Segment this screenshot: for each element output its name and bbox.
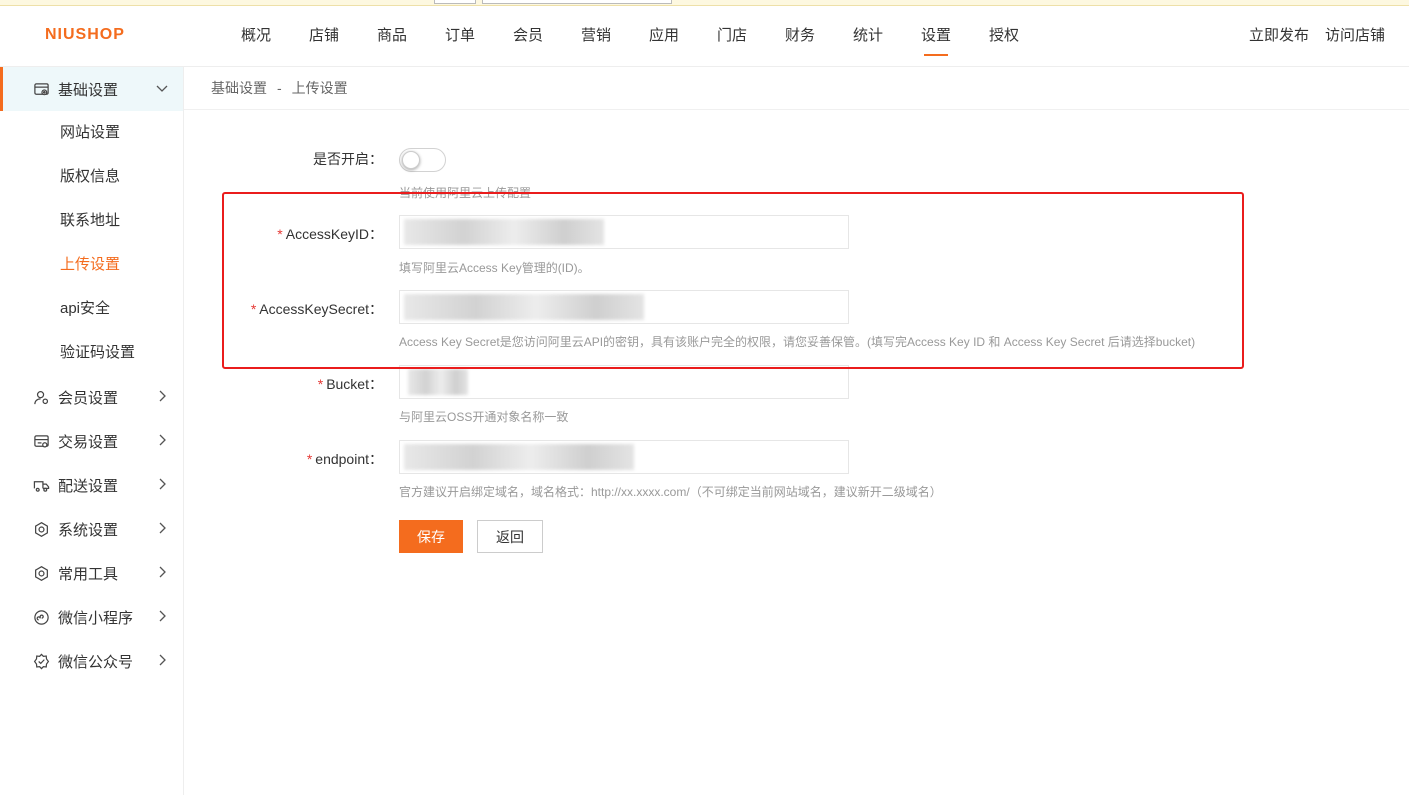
form-row-access-key-secret: * AccessKeySecret： Access Key Secret是您访问阿…	[184, 290, 1409, 350]
sidebar-group-official-account[interactable]: 微信公众号	[0, 639, 183, 683]
access-key-id-label: * AccessKeyID：	[277, 226, 383, 242]
gear-icon	[35, 521, 48, 537]
nav-item[interactable]: 店铺	[290, 6, 358, 66]
user-settings-icon	[34, 390, 49, 404]
verified-badge-icon	[33, 653, 50, 669]
chevron-right-icon	[159, 390, 166, 402]
sidebar-group-tools[interactable]: 常用工具	[0, 551, 183, 595]
breadcrumb: 基础设置 - 上传设置	[184, 67, 1409, 110]
nav-item-settings[interactable]: 设置	[902, 6, 970, 66]
truck-icon	[33, 480, 50, 492]
bucket-hint: 与阿里云OSS开通对象名称一致	[399, 410, 569, 424]
sidebar-item-copyright[interactable]: 版权信息	[0, 155, 183, 199]
endpoint-hint: 官方建议开启绑定域名，域名格式：http://xx.xxxx.com/（不可绑定…	[399, 485, 942, 499]
logo: NIUSHOP	[45, 26, 125, 43]
bucket-label: * Bucket：	[317, 376, 383, 392]
form-row-access-key-id: * AccessKeyID： 填写阿里云Access Key管理的(ID)。	[184, 215, 1409, 275]
sidebar-group-label: 系统设置	[58, 521, 119, 539]
nav-item[interactable]: 营销	[562, 6, 630, 66]
sidebar-group-member[interactable]: 会员设置	[0, 375, 183, 419]
nav-item[interactable]: 门店	[698, 6, 766, 66]
chevron-right-icon	[159, 654, 166, 666]
sidebar-group-miniprogram[interactable]: 微信小程序	[0, 595, 183, 639]
settings-panel-icon	[34, 82, 49, 95]
nav-item[interactable]: 应用	[630, 6, 698, 66]
endpoint-input[interactable]	[399, 440, 849, 474]
form-row-endpoint: * endpoint： 官方建议开启绑定域名，域名格式：http://xx.xxx…	[184, 440, 1409, 500]
chevron-down-icon	[156, 85, 168, 92]
bucket-select[interactable]	[399, 365, 849, 399]
visit-store-link[interactable]: 访问店铺	[1325, 6, 1385, 66]
chevron-right-icon	[159, 478, 166, 490]
save-button[interactable]: 保存	[399, 520, 463, 553]
redacted-value	[404, 294, 644, 320]
sidebar-group-system[interactable]: 系统设置	[0, 507, 183, 551]
sidebar-group-delivery[interactable]: 配送设置	[0, 463, 183, 507]
chevron-right-icon	[159, 610, 166, 622]
form-row-bucket: * Bucket： 与阿里云OSS开通对象名称一致	[184, 365, 1409, 425]
access-key-secret-label: * AccessKeySecret：	[250, 301, 383, 317]
sidebar-group-label: 微信公众号	[58, 653, 134, 671]
sidebar-group-label: 常用工具	[58, 565, 119, 583]
trade-icon	[34, 434, 49, 447]
sidebar-item-website[interactable]: 网站设置	[0, 111, 183, 155]
redacted-value	[404, 219, 604, 245]
sidebar-group-basic[interactable]: 基础设置	[0, 67, 183, 111]
access-key-id-input[interactable]	[399, 215, 849, 249]
breadcrumb-parent[interactable]: 基础设置	[211, 80, 267, 96]
sidebar-group-label: 会员设置	[58, 389, 119, 407]
redacted-value	[404, 444, 634, 470]
strip-fragment	[434, 0, 476, 4]
breadcrumb-current: 上传设置	[291, 80, 348, 96]
switch-knob	[402, 151, 420, 169]
required-mark: *	[277, 226, 283, 242]
required-mark: *	[317, 376, 324, 392]
sidebar-group-label: 基础设置	[58, 81, 119, 99]
sidebar-item-captcha[interactable]: 验证码设置	[0, 331, 183, 375]
nav-item[interactable]: 订单	[426, 6, 494, 66]
sidebar-item-api-security[interactable]: api安全	[0, 287, 183, 331]
access-key-secret-hint: Access Key Secret是您访问阿里云API的密钥，具有该账户完全的权…	[399, 335, 1196, 349]
redacted-value	[408, 369, 468, 395]
sidebar-item-contact[interactable]: 联系地址	[0, 199, 183, 243]
nav-item[interactable]: 授权	[970, 6, 1038, 66]
sidebar-group-label: 配送设置	[58, 477, 119, 495]
strip-fragment	[482, 0, 672, 4]
nav-item[interactable]: 财务	[766, 6, 834, 66]
back-button[interactable]: 返回	[477, 520, 543, 553]
nav-item[interactable]: 商品	[358, 6, 426, 66]
sidebar-group-label: 交易设置	[58, 433, 119, 451]
access-key-id-hint: 填写阿里云Access Key管理的(ID)。	[399, 261, 590, 275]
required-mark: *	[250, 301, 257, 317]
top-nav: 概况 店铺 商品 订单 会员 营销 应用 门店 财务 统计 设置 授权	[222, 6, 1038, 66]
mini-program-icon	[34, 609, 49, 625]
endpoint-label: * endpoint：	[306, 451, 383, 467]
publish-link[interactable]: 立即发布	[1249, 6, 1309, 66]
enable-hint: 当前使用阿里云上传配置	[399, 186, 532, 200]
chevron-right-icon	[159, 434, 166, 446]
required-mark: *	[306, 451, 313, 467]
breadcrumb-separator: -	[277, 80, 282, 96]
nav-item[interactable]: 统计	[834, 6, 902, 66]
top-header: NIUSHOP 概况 店铺 商品 订单 会员 营销 应用 门店 财务 统计 设置…	[0, 6, 1409, 67]
nav-item[interactable]: 会员	[494, 6, 562, 66]
enable-label: 是否开启：	[313, 151, 383, 167]
sidebar-item-upload[interactable]: 上传设置	[0, 243, 183, 287]
gear-icon	[35, 565, 48, 581]
sidebar-group-label: 微信小程序	[58, 609, 134, 627]
form-row-enable: 是否开启： 当前使用阿里云上传配置	[184, 148, 1409, 200]
sidebar-group-trade[interactable]: 交易设置	[0, 419, 183, 463]
access-key-secret-input[interactable]	[399, 290, 849, 324]
header-actions: 立即发布 访问店铺	[1249, 6, 1385, 66]
chevron-right-icon	[159, 566, 166, 578]
chevron-right-icon	[159, 522, 166, 534]
enable-switch[interactable]	[399, 148, 446, 172]
nav-item[interactable]: 概况	[222, 6, 290, 66]
sidebar: 基础设置 网站设置 版权信息 联系地址 上传设置 api安全 验证码设置 会员设…	[0, 67, 184, 795]
